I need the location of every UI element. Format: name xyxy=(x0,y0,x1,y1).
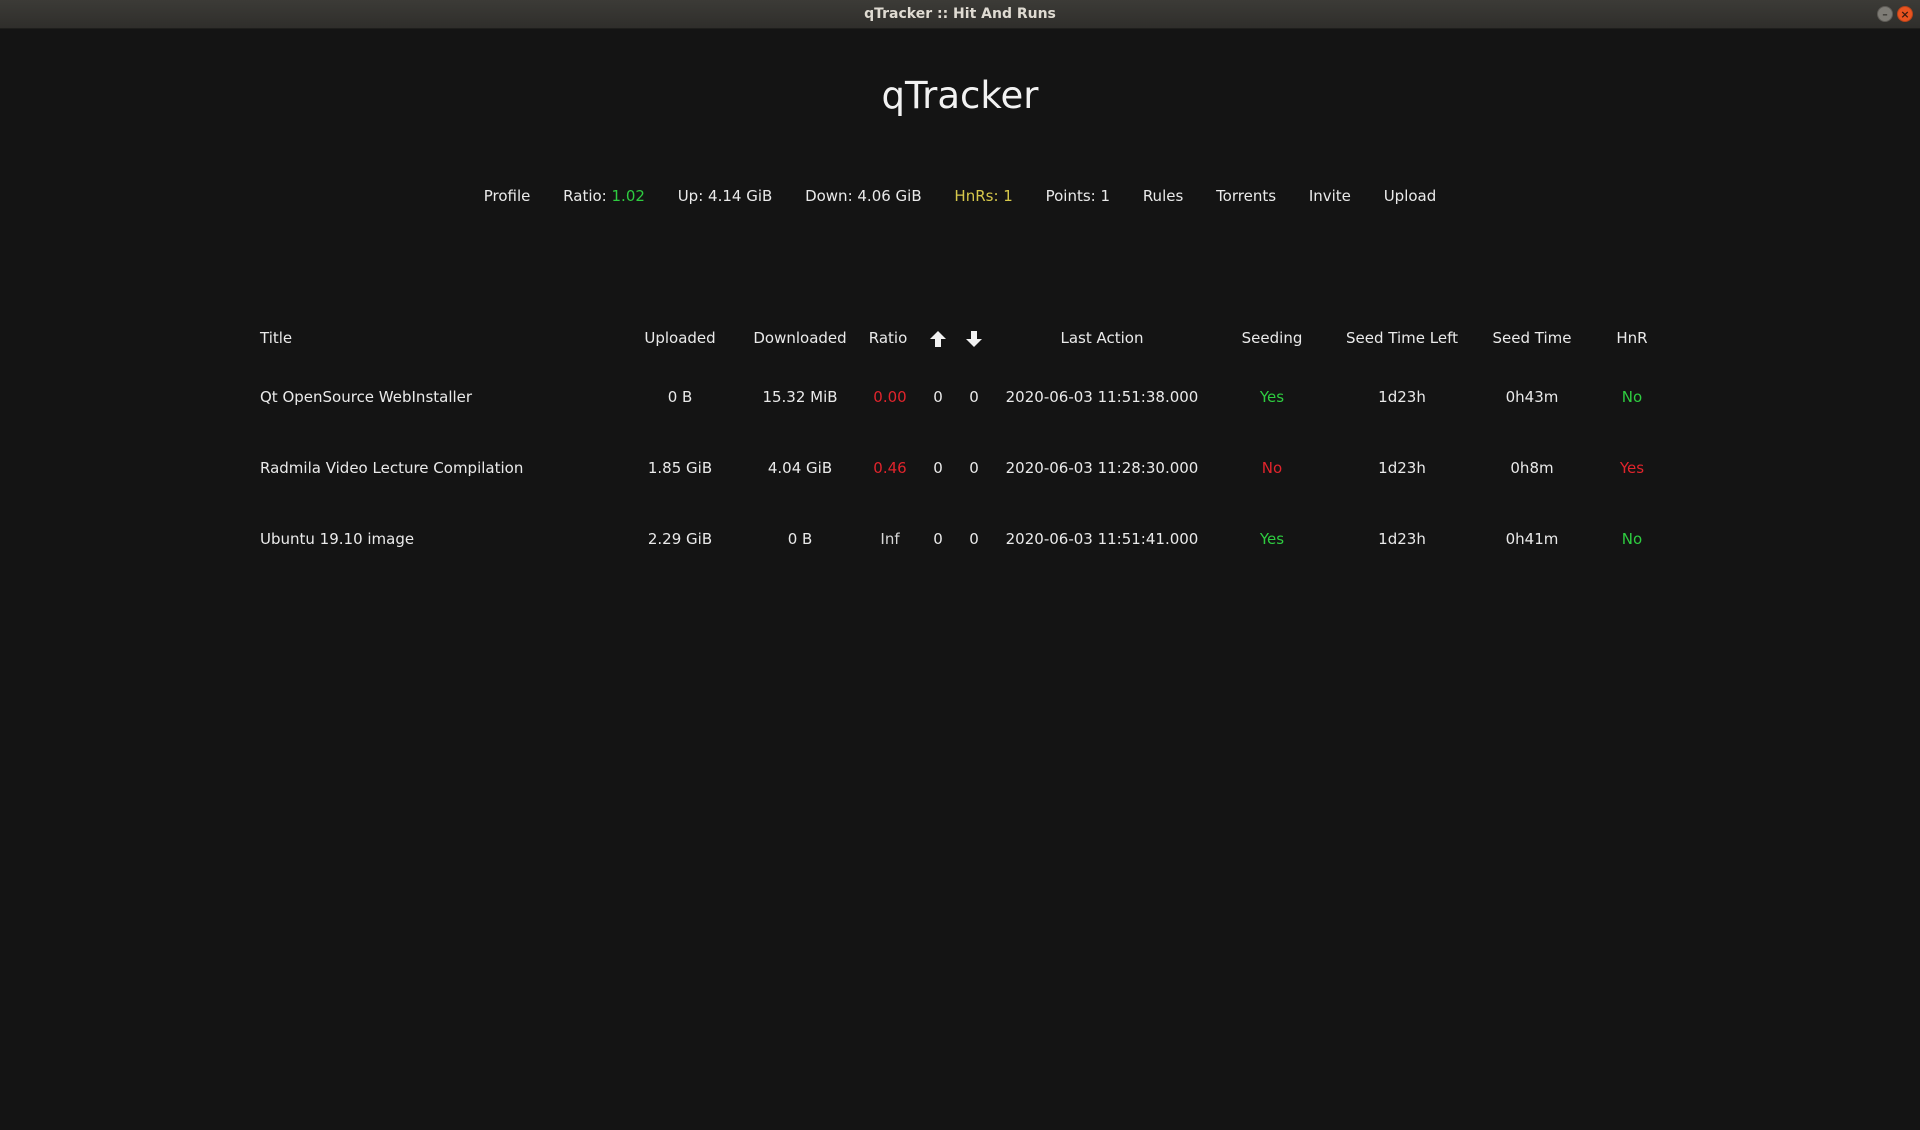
nav-upload-link[interactable]: Upload xyxy=(1384,187,1437,205)
nav-up-stat: Up: 4.14 GiB xyxy=(677,187,773,205)
column-header-ratio[interactable]: Ratio xyxy=(869,329,908,347)
nav-ratio: Ratio: 1.02 xyxy=(563,187,645,205)
table-cell-seed-time-left: 1d23h xyxy=(1378,388,1426,406)
table-cell-ratio: Inf xyxy=(880,530,900,548)
table-cell-hnr: Yes xyxy=(1619,459,1645,477)
column-header-title[interactable]: Title xyxy=(260,329,292,347)
nav-invite-link[interactable]: Invite xyxy=(1309,187,1351,205)
table-cell-downloaded: 4.04 GiB xyxy=(767,459,833,477)
table-cell-seeders: 0 xyxy=(933,459,943,477)
table-cell-hnr: No xyxy=(1621,388,1643,406)
table-cell-seeding: Yes xyxy=(1259,388,1285,406)
column-header-downloaded[interactable]: Downloaded xyxy=(753,329,846,347)
table-row-title-link[interactable]: Ubuntu 19.10 image xyxy=(260,530,414,548)
nav-hnrs-link[interactable]: HnRs: 1 xyxy=(954,187,1012,205)
column-header-seeding[interactable]: Seeding xyxy=(1242,329,1303,347)
table-cell-uploaded: 0 B xyxy=(667,388,693,406)
table-cell-last-action: 2020-06-03 11:28:30.000 xyxy=(1005,459,1199,477)
table-cell-seeding: No xyxy=(1261,459,1283,477)
page-title: qTracker xyxy=(881,74,1039,117)
nav-ratio-value: 1.02 xyxy=(611,187,645,205)
close-button[interactable]: × xyxy=(1897,6,1913,22)
window-titlebar[interactable]: qTracker :: Hit And Runs – × xyxy=(0,0,1920,29)
table-cell-uploaded: 1.85 GiB xyxy=(647,459,713,477)
nav-rules-link[interactable]: Rules xyxy=(1143,187,1183,205)
table-cell-seed-time-left: 1d23h xyxy=(1378,530,1426,548)
window-title: qTracker :: Hit And Runs xyxy=(864,6,1056,22)
table-cell-seed-time-left: 1d23h xyxy=(1378,459,1426,477)
table-cell-seeding: Yes xyxy=(1259,530,1285,548)
column-header-seed-time[interactable]: Seed Time xyxy=(1493,329,1572,347)
column-header-hnr[interactable]: HnR xyxy=(1616,329,1647,347)
table-cell-seed-time: 0h8m xyxy=(1510,459,1554,477)
table-cell-seeders: 0 xyxy=(933,530,943,548)
table-cell-downloaded: 15.32 MiB xyxy=(762,388,838,406)
minimize-icon: – xyxy=(1882,8,1888,21)
column-header-uploaded[interactable]: Uploaded xyxy=(644,329,715,347)
nav-torrents-link[interactable]: Torrents xyxy=(1216,187,1276,205)
table-cell-seed-time: 0h41m xyxy=(1505,530,1559,548)
table-cell-ratio: 0.00 xyxy=(873,388,907,406)
nav-profile-link[interactable]: Profile xyxy=(484,187,531,205)
minimize-button[interactable]: – xyxy=(1877,6,1893,22)
arrow-down-icon[interactable] xyxy=(965,330,983,348)
table-row-title-link[interactable]: Radmila Video Lecture Compilation xyxy=(260,459,523,477)
table-cell-leechers: 0 xyxy=(969,388,979,406)
nav-ratio-label: Ratio: xyxy=(563,187,607,205)
table-cell-leechers: 0 xyxy=(969,459,979,477)
table-cell-leechers: 0 xyxy=(969,530,979,548)
nav-points-stat: Points: 1 xyxy=(1045,187,1111,205)
table-cell-ratio: 0.46 xyxy=(873,459,907,477)
table-row-title-link[interactable]: Qt OpenSource WebInstaller xyxy=(260,388,472,406)
table-cell-last-action: 2020-06-03 11:51:41.000 xyxy=(1005,530,1199,548)
table-cell-seed-time: 0h43m xyxy=(1505,388,1559,406)
table-cell-seeders: 0 xyxy=(933,388,943,406)
table-cell-uploaded: 2.29 GiB xyxy=(647,530,713,548)
arrow-up-icon[interactable] xyxy=(929,330,947,348)
column-header-last-action[interactable]: Last Action xyxy=(1061,329,1144,347)
close-icon: × xyxy=(1900,8,1910,21)
table-cell-hnr: No xyxy=(1621,530,1643,548)
top-nav: Profile Ratio: 1.02 Up: 4.14 GiB Down: 4… xyxy=(0,187,1920,205)
nav-down-stat: Down: 4.06 GiB xyxy=(805,187,922,205)
column-header-seed-time-left[interactable]: Seed Time Left xyxy=(1346,329,1458,347)
table-cell-downloaded: 0 B xyxy=(787,530,813,548)
table-cell-last-action: 2020-06-03 11:51:38.000 xyxy=(1005,388,1199,406)
